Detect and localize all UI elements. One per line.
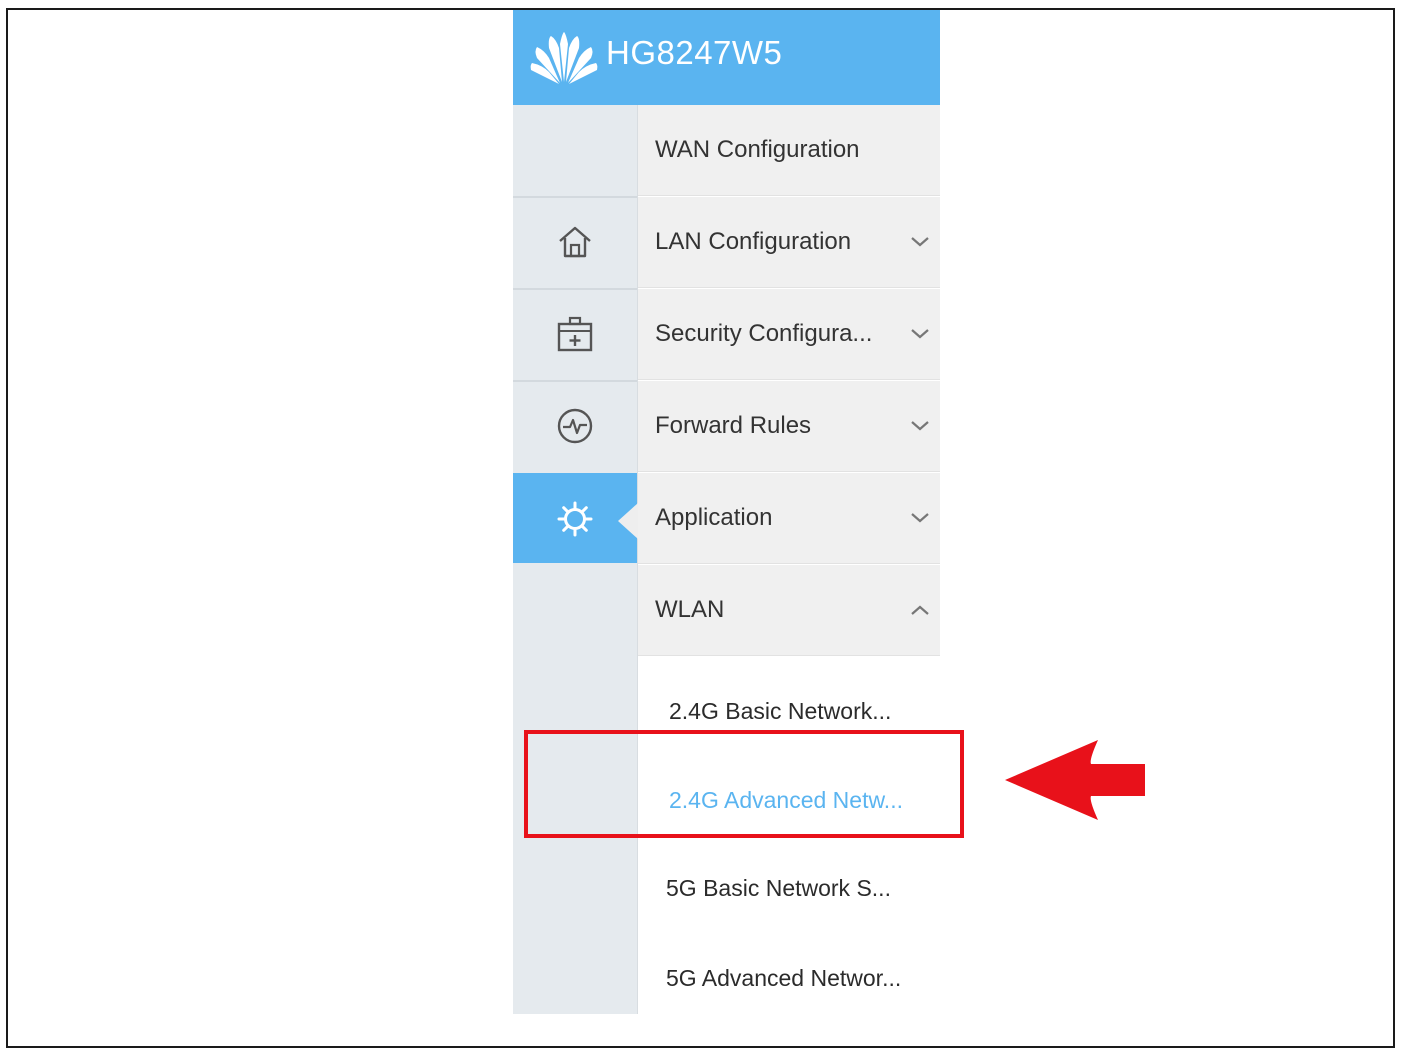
menu-item-wan-configuration[interactable]: WAN Configuration <box>638 105 940 196</box>
huawei-logo-icon <box>530 32 598 84</box>
header-bar: HG8247W5 <box>513 10 940 105</box>
submenu-item-5g-basic[interactable]: 5G Basic Network S... <box>638 844 940 932</box>
rail-item-security[interactable] <box>513 288 637 378</box>
chevron-down-icon <box>911 421 929 431</box>
gear-icon <box>557 501 593 537</box>
menu-item-application[interactable]: Application <box>638 473 940 564</box>
submenu-item-label: 2.4G Advanced Netw... <box>669 786 903 813</box>
menu-item-label: Forward Rules <box>655 412 812 439</box>
icon-rail <box>513 105 638 1014</box>
home-icon <box>559 226 591 258</box>
submenu-item-2g-basic[interactable]: 2.4G Basic Network... <box>638 667 940 755</box>
submenu-item-label: 5G Basic Network S... <box>666 874 891 901</box>
rail-item-home[interactable] <box>513 196 637 286</box>
first-aid-kit-icon <box>557 316 593 352</box>
heartbeat-icon <box>557 408 593 444</box>
chevron-down-icon <box>911 513 929 523</box>
rail-item-advanced[interactable] <box>513 473 638 563</box>
chevron-up-icon <box>911 605 929 615</box>
menu-item-label: Application <box>655 504 773 531</box>
menu-item-label: WAN Configuration <box>655 136 860 163</box>
menu-item-lan-configuration[interactable]: LAN Configuration <box>638 197 940 288</box>
chevron-down-icon <box>911 329 929 339</box>
rail-item-diagnostics[interactable] <box>513 380 637 470</box>
menu-item-wlan[interactable]: WLAN <box>638 565 940 656</box>
chevron-down-icon <box>911 237 929 247</box>
submenu-item-5g-advanced[interactable]: 5G Advanced Networ... <box>638 934 940 1014</box>
device-model-title: HG8247W5 <box>606 34 783 71</box>
menu-item-label: LAN Configuration <box>655 228 852 255</box>
menu-item-forward-rules[interactable]: Forward Rules <box>638 381 940 472</box>
menu-item-security-configuration[interactable]: Security Configura... <box>638 289 940 380</box>
router-menu-panel: HG8247W5 WAN Configuration LAN Configura… <box>513 10 940 1014</box>
menu-item-label: Security Configura... <box>655 320 873 347</box>
menu-item-label: WLAN <box>655 596 725 623</box>
submenu-item-label: 2.4G Basic Network... <box>669 697 892 724</box>
red-arrow-left-icon <box>1005 740 1145 820</box>
active-indicator-notch <box>618 503 638 539</box>
submenu-item-2g-advanced[interactable]: 2.4G Advanced Netw... <box>638 756 940 844</box>
submenu-item-label: 5G Advanced Networ... <box>666 964 902 991</box>
